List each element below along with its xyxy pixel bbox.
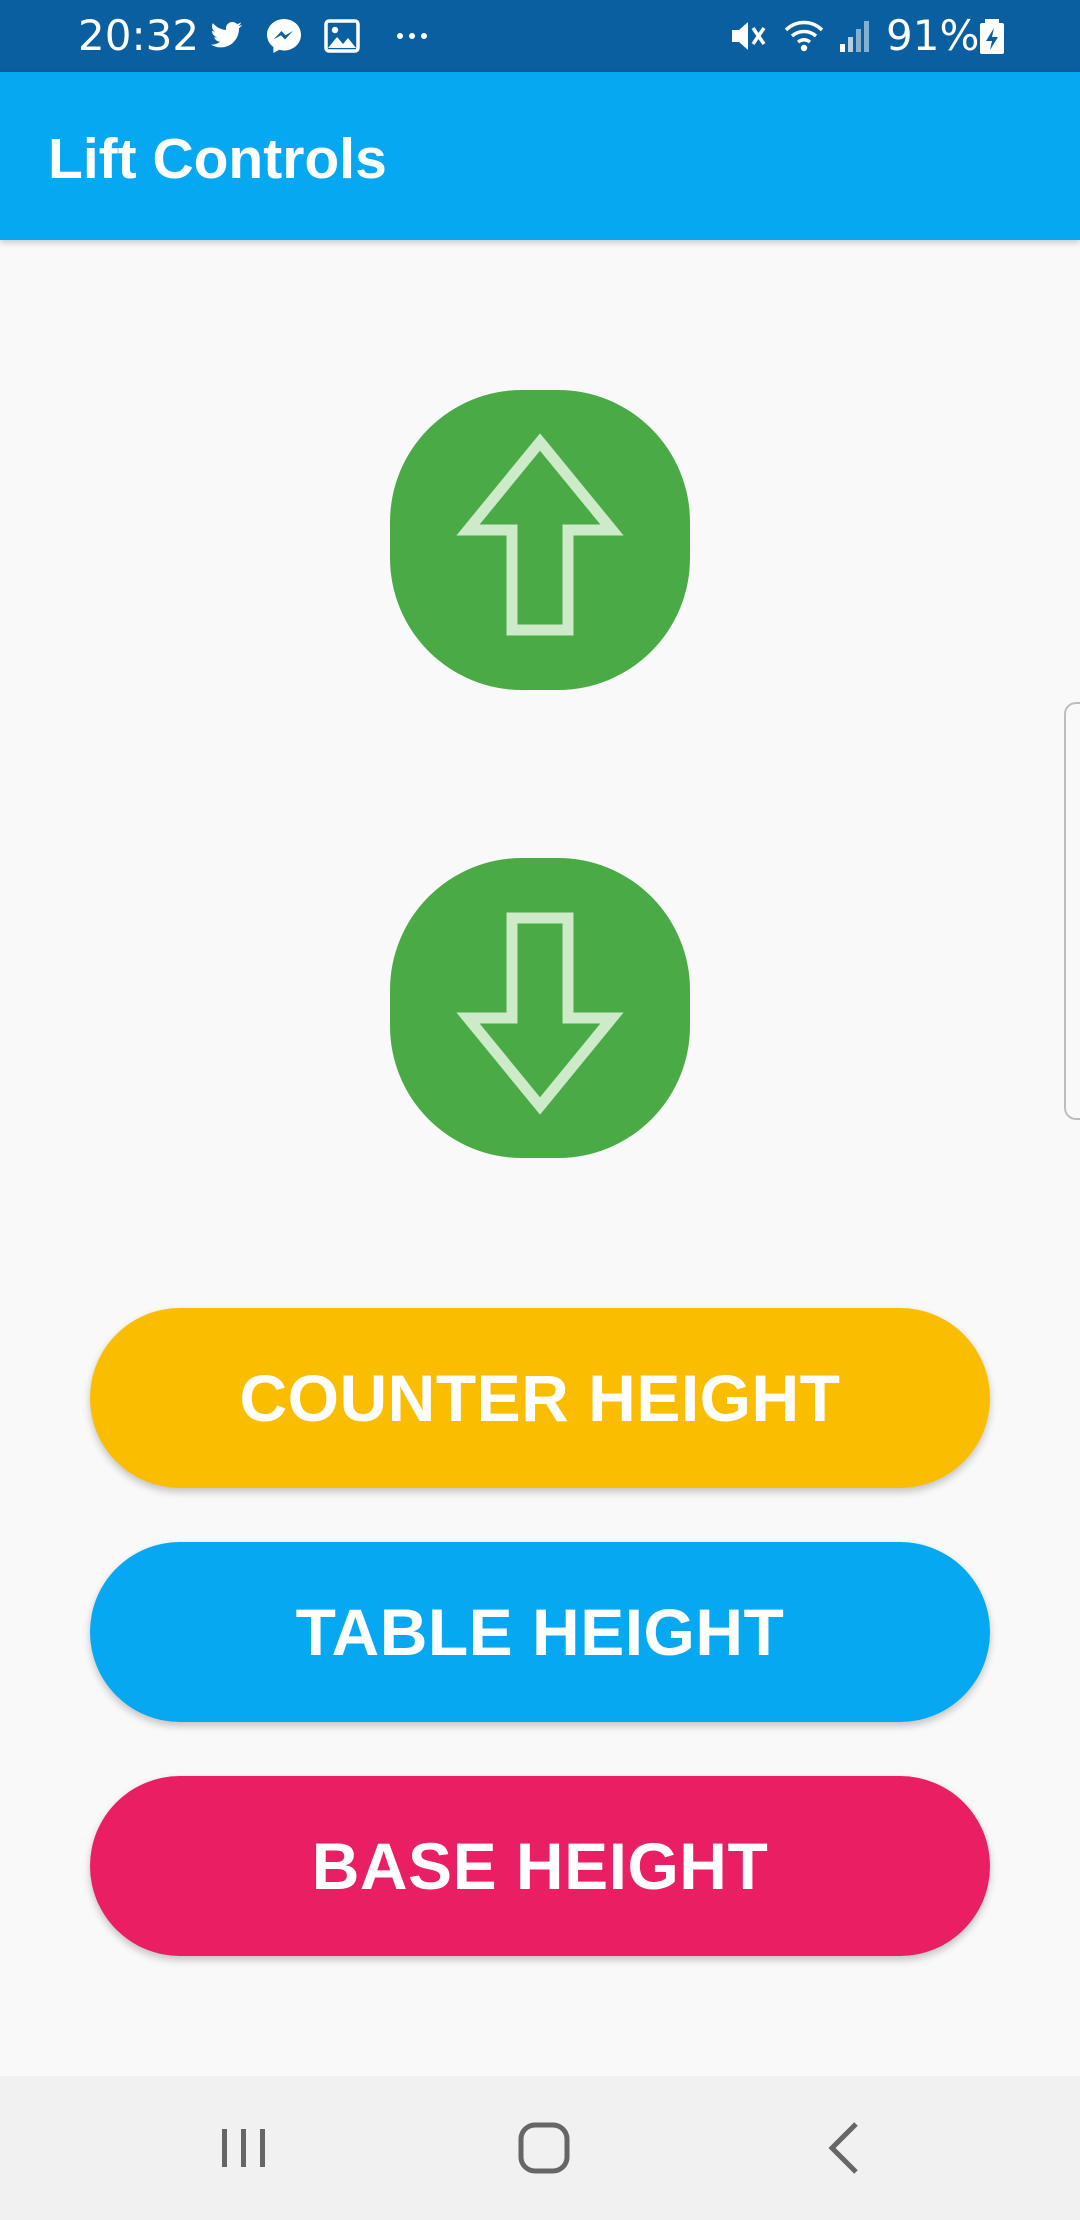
arrow-down-icon [456,912,624,1115]
counter-height-button[interactable]: COUNTER HEIGHT [90,1308,990,1488]
gallery-icon [322,16,362,56]
wifi-icon [784,16,824,56]
raise-lift-button[interactable] [390,390,690,690]
base-height-button[interactable]: BASE HEIGHT [90,1776,990,1956]
table-height-button[interactable]: TABLE HEIGHT [90,1542,990,1722]
home-icon[interactable] [508,2112,580,2184]
twitter-icon [206,16,246,56]
lower-lift-button[interactable] [390,858,690,1158]
arrow-up-icon [456,433,624,636]
status-time: 20:32 [78,11,200,60]
battery-charging-icon [972,16,1012,56]
edge-panel-handle[interactable] [1064,702,1080,1120]
more-notifications-icon [392,16,432,56]
app-title: Lift Controls [48,127,387,191]
navigation-bar [0,2076,1080,2220]
mute-vibrate-icon [728,16,768,56]
messenger-icon [264,16,304,56]
app-bar: Lift Controls [0,72,1080,240]
back-icon[interactable] [810,2112,882,2184]
battery-percent: 91% [886,11,980,60]
recent-apps-icon[interactable] [208,2112,280,2184]
status-bar: 20:32 91% [0,0,1080,72]
signal-icon [834,16,874,56]
